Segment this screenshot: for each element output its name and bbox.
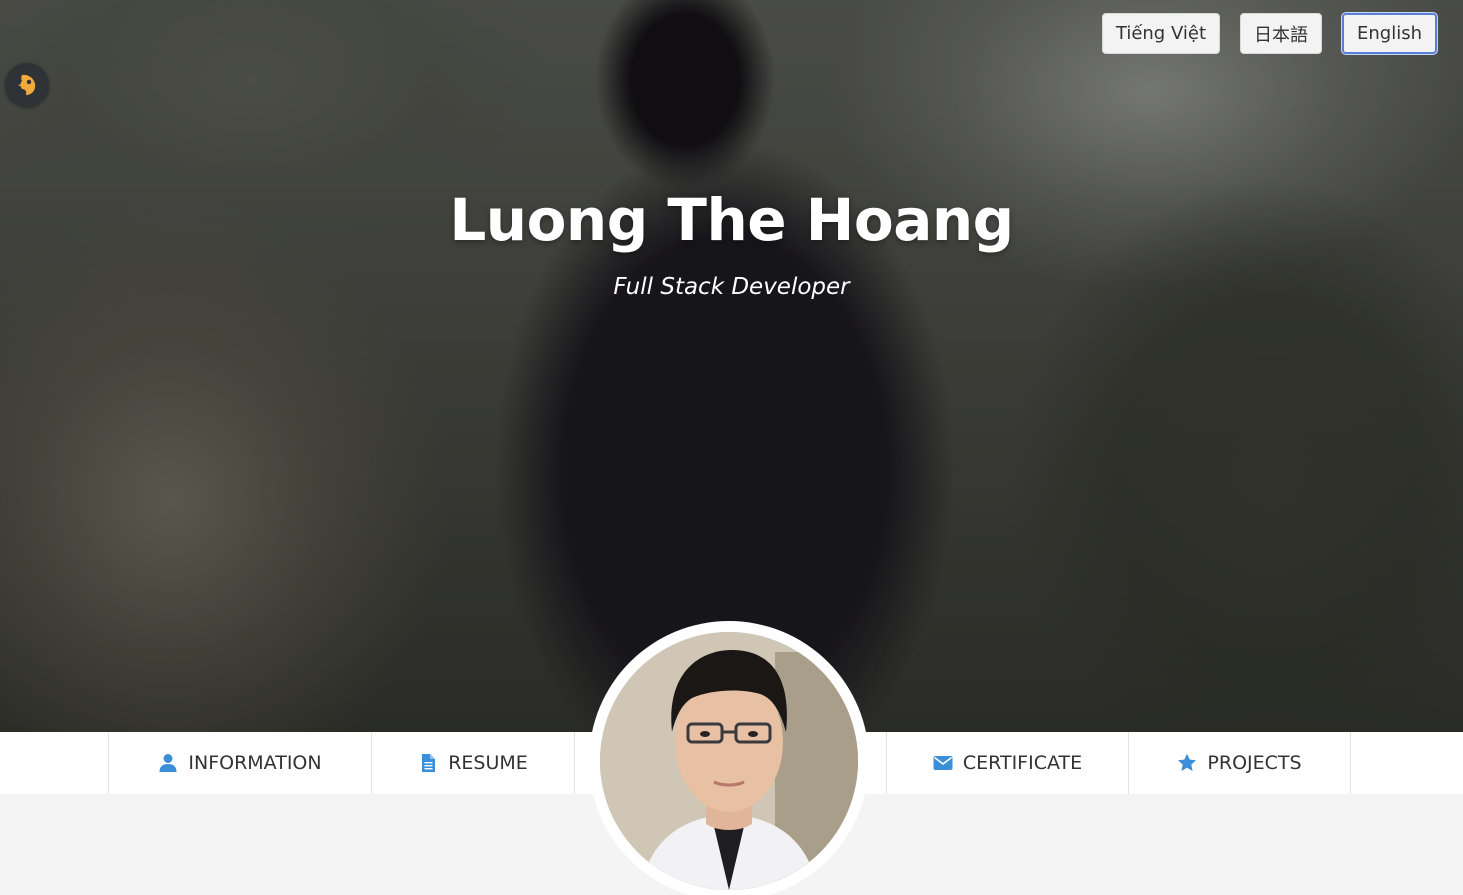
profile-role: Full Stack Developer: [613, 274, 850, 300]
avatar-photo: [600, 632, 858, 890]
profile-page: Tiếng Việt 日本語 English Luong The Hoang F…: [0, 0, 1463, 895]
nav-projects[interactable]: PROJECTS: [1128, 732, 1351, 794]
nav-information-label: INFORMATION: [188, 752, 322, 774]
avatar: [589, 621, 869, 895]
logo-icon: [18, 74, 36, 95]
document-icon: [422, 754, 436, 772]
logo-button[interactable]: [5, 63, 49, 107]
portrait-illustration: [600, 632, 858, 890]
envelope-icon: [933, 756, 953, 770]
lang-english-button[interactable]: English: [1342, 13, 1437, 54]
nav-information[interactable]: INFORMATION: [108, 732, 371, 794]
nav-projects-label: PROJECTS: [1207, 752, 1302, 774]
lang-japanese-button[interactable]: 日本語: [1240, 13, 1322, 54]
nav-certificate-label: CERTIFICATE: [962, 752, 1083, 774]
star-icon: [1178, 753, 1197, 771]
user-icon: [159, 754, 177, 772]
nav-resume[interactable]: RESUME: [371, 732, 574, 794]
lang-vietnamese-button[interactable]: Tiếng Việt: [1101, 13, 1220, 54]
profile-name: Luong The Hoang: [449, 186, 1014, 254]
nav-certificate[interactable]: CERTIFICATE: [886, 732, 1128, 794]
hero-title-block: Luong The Hoang Full Stack Developer: [0, 186, 1463, 300]
nav-resume-label: RESUME: [448, 752, 528, 774]
language-switcher: Tiếng Việt 日本語 English: [1101, 13, 1437, 54]
